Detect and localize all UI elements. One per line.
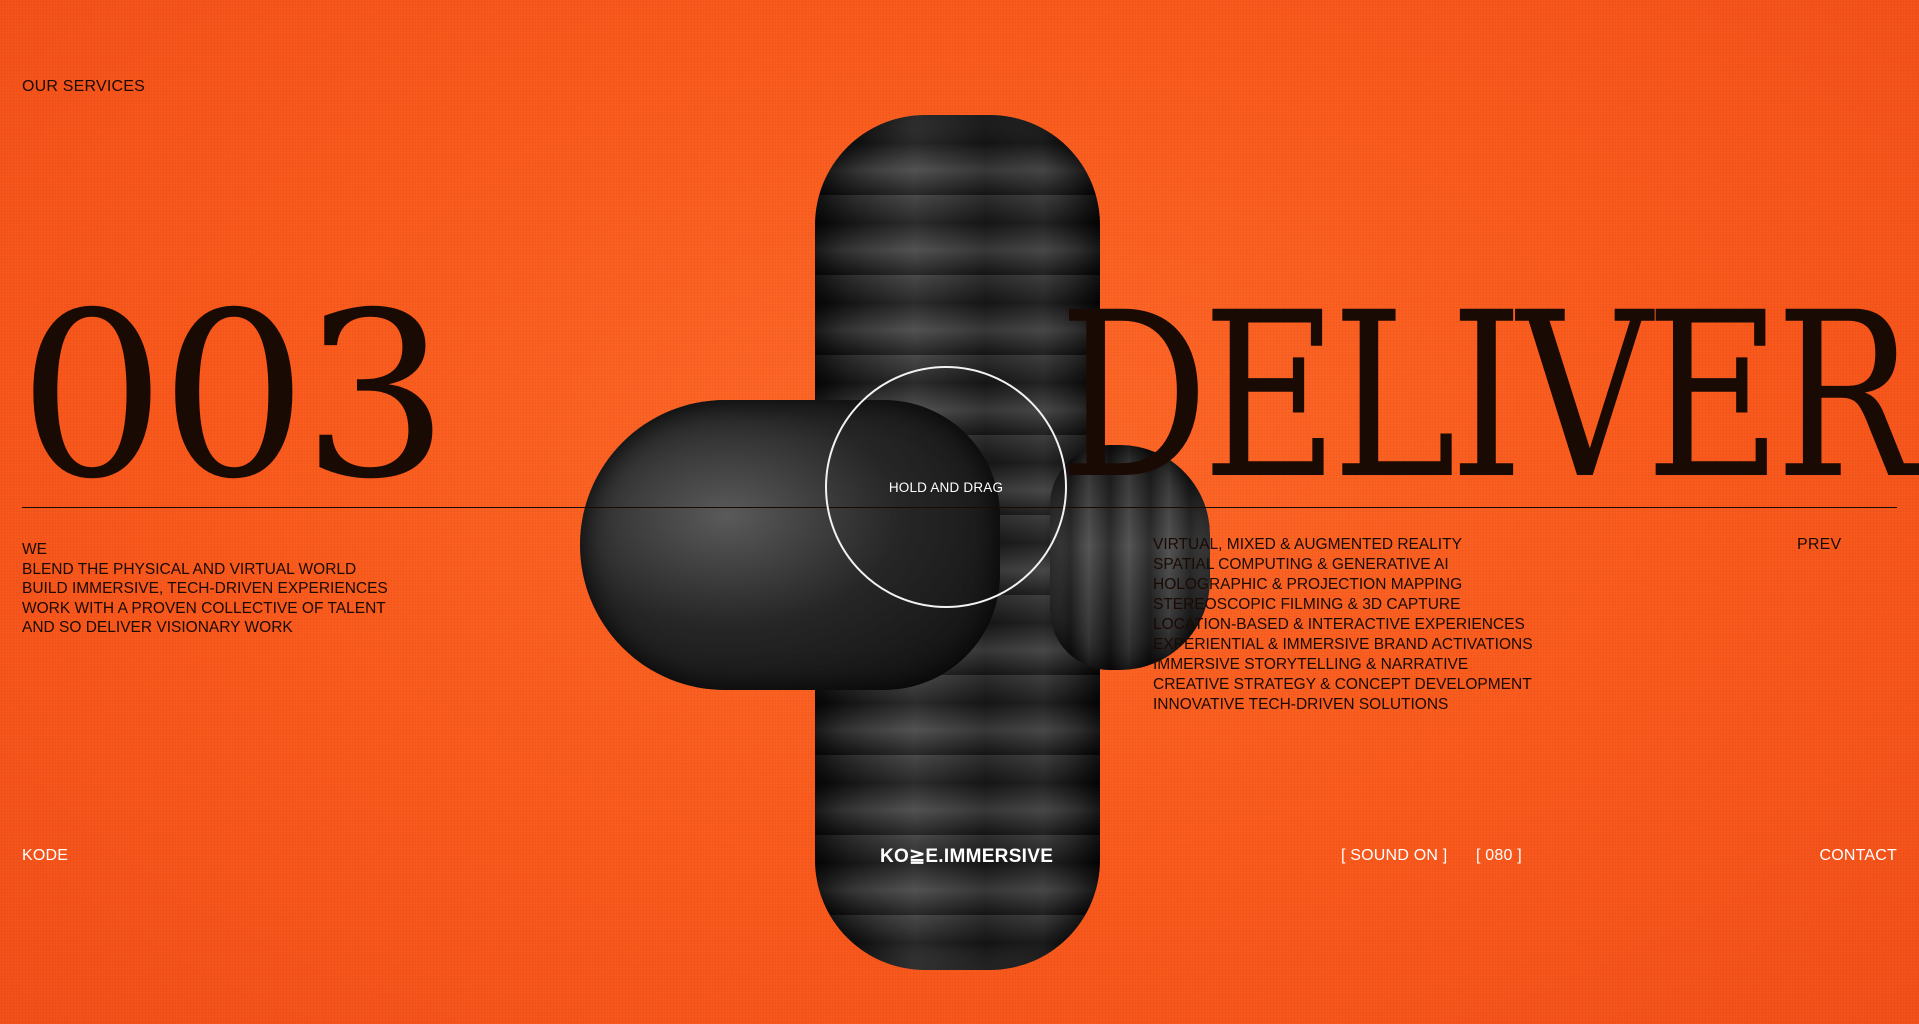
- hero-number: 003: [18, 263, 450, 529]
- sound-toggle[interactable]: [ SOUND ON ]: [1341, 848, 1447, 864]
- hero-word: DELIVER: [1058, 263, 1915, 529]
- service-item: VIRTUAL, MIXED & AUGMENTED REALITY: [1153, 536, 1462, 553]
- brand-logo[interactable]: KO≧E.IMMERSIVE: [880, 845, 1053, 868]
- section-label: OUR SERVICES: [22, 78, 146, 95]
- service-item: LOCATION-BASED & INTERACTIVE EXPERIENCES: [1153, 616, 1525, 633]
- contact-link[interactable]: CONTACT: [1819, 848, 1897, 864]
- service-item: STEREOSCOPIC FILMING & 3D CAPTURE: [1153, 596, 1461, 613]
- hold-and-drag-cursor[interactable]: HOLD AND DRAG: [825, 366, 1067, 608]
- service-item: IMMERSIVE STORYTELLING & NARRATIVE: [1153, 656, 1469, 673]
- kode-link[interactable]: KODE: [22, 848, 68, 864]
- statement-line: WE: [22, 541, 47, 558]
- statement-line: AND SO DELIVER VISIONARY WORK: [22, 619, 293, 636]
- statement-line: BLEND THE PHYSICAL AND VIRTUAL WORLD: [22, 560, 357, 578]
- service-item: SPATIAL COMPUTING & GENERATIVE AI: [1153, 556, 1449, 573]
- statement-line: WORK WITH A PROVEN COLLECTIVE OF TALENT: [22, 599, 386, 617]
- service-item: INNOVATIVE TECH-DRIVEN SOLUTIONS: [1153, 696, 1449, 713]
- service-item: CREATIVE STRATEGY & CONCEPT DEVELOPMENT: [1153, 676, 1532, 693]
- prev-button[interactable]: PREV: [1797, 537, 1841, 553]
- statement-line: BUILD IMMERSIVE, TECH-DRIVEN EXPERIENCES: [22, 580, 388, 597]
- services-list: VIRTUAL, MIXED & AUGMENTED REALITY SPATI…: [1153, 535, 1533, 715]
- frame-counter: [ 080 ]: [1476, 847, 1522, 864]
- service-item: EXPERIENTIAL & IMMERSIVE BRAND ACTIVATIO…: [1153, 636, 1533, 653]
- hold-and-drag-label: HOLD AND DRAG: [888, 479, 1004, 495]
- service-item: HOLOGRAPHIC & PROJECTION MAPPING: [1153, 576, 1463, 593]
- statement: WE BLEND THE PHYSICAL AND VIRTUAL WORLD …: [22, 540, 388, 638]
